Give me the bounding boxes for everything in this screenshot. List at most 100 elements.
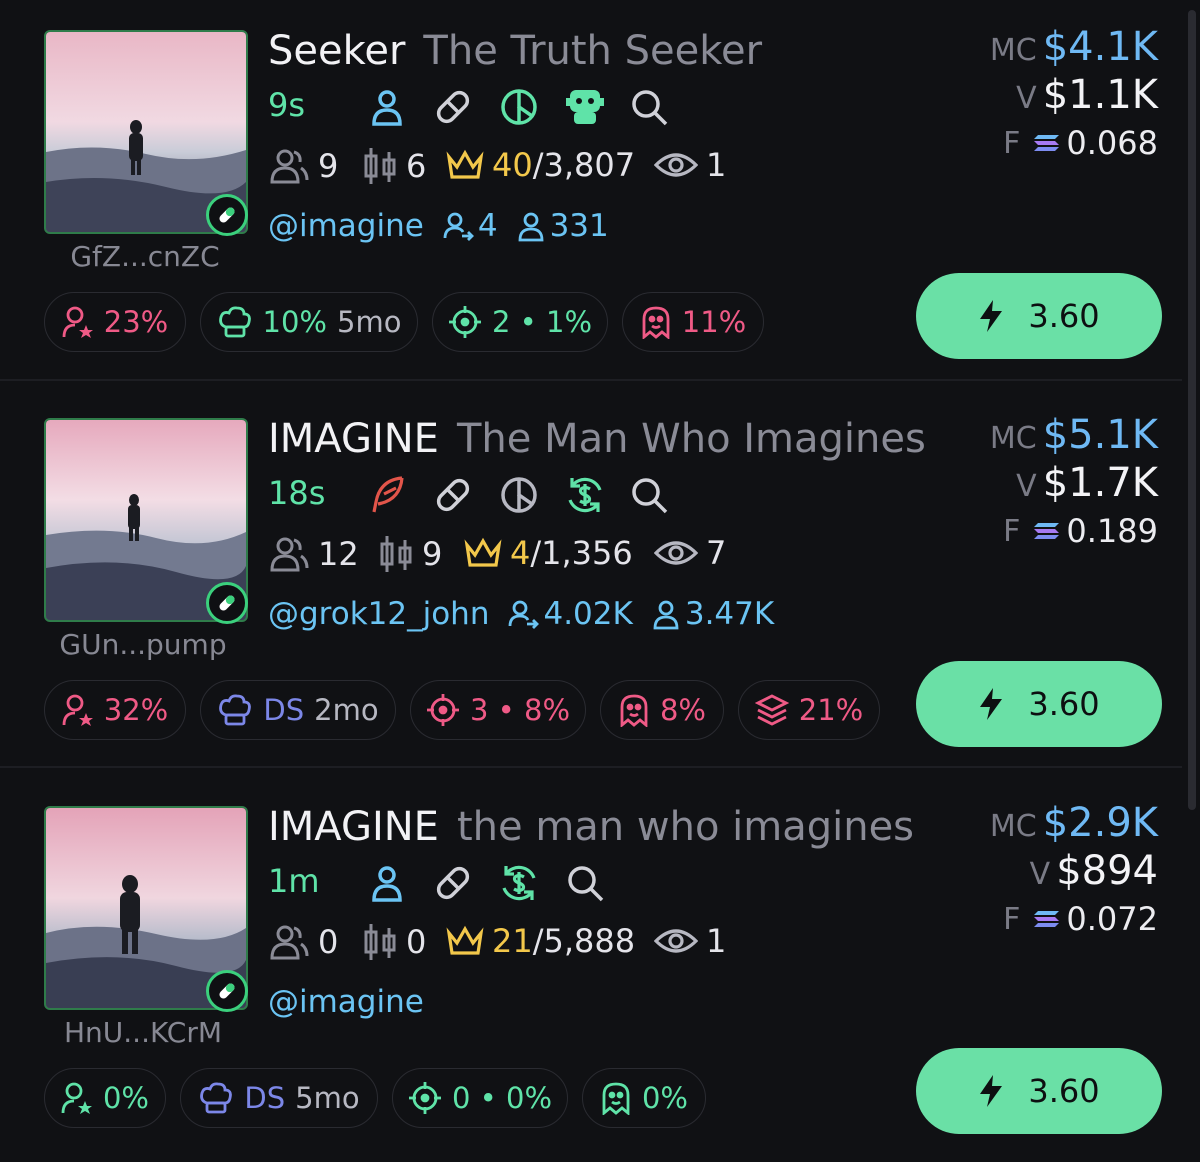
socials-row: @imagine [268, 984, 424, 1020]
holders-stat: 9 [268, 146, 338, 186]
dev-age: 2mo [314, 693, 379, 727]
twitter-handle[interactable]: @imagine [268, 984, 424, 1020]
snipers-chip[interactable]: 3 • 8% [410, 680, 586, 740]
dollar-cycle-icon[interactable] [564, 474, 606, 516]
rank-total: /3,807 [532, 146, 636, 184]
holders-stat: 0 [268, 922, 338, 962]
bundles-chip[interactable]: 21% [738, 680, 880, 740]
insiders-value: 0% [641, 1081, 688, 1115]
top10-chip[interactable]: 32% [44, 680, 186, 740]
rank-current: 21 [492, 922, 533, 960]
token-title: Seeker The Truth Seeker [268, 28, 762, 74]
top10-chip[interactable]: 0% [44, 1068, 166, 1128]
divider [0, 766, 1182, 768]
feather-icon[interactable] [366, 474, 408, 516]
members-stat: 331 [516, 208, 609, 244]
user-icon[interactable] [366, 86, 408, 128]
token-name: The Man Who Imagines [456, 416, 926, 462]
token-card[interactable]: GfZ...cnZC Seeker The Truth Seeker 9s 9 6 [0, 0, 1182, 386]
bundles-value: 21% [798, 693, 864, 727]
link-icon[interactable] [432, 86, 474, 128]
token-address[interactable]: GfZ...cnZC [20, 240, 270, 273]
insiders-chip[interactable]: 0% [582, 1068, 706, 1128]
quick-buy-button[interactable]: 3.60 [916, 1048, 1162, 1134]
divider [0, 379, 1182, 381]
user-icon[interactable] [366, 862, 408, 904]
followers-b: 3.47K [684, 596, 775, 632]
token-name: The Truth Seeker [423, 28, 763, 74]
bot-icon[interactable] [564, 86, 606, 128]
twitter-handle[interactable]: @imagine [268, 208, 424, 244]
link-icon[interactable] [432, 862, 474, 904]
market-cap: $5.1K [1042, 412, 1158, 458]
lightning-icon [980, 1075, 1003, 1107]
rank-total: /1,356 [530, 534, 633, 572]
solana-icon [1034, 135, 1060, 151]
scrollbar[interactable] [1188, 10, 1196, 810]
dollar-cycle-icon[interactable] [498, 862, 540, 904]
fee-value: 0.189 [1066, 512, 1158, 550]
volume: $894 [1056, 848, 1158, 894]
snipers-chip[interactable]: 2 • 1% [432, 292, 608, 352]
volume-label: V [1016, 81, 1037, 116]
watchers-stat: 1 [654, 922, 726, 960]
pro-traders-stat: 9 [378, 534, 442, 574]
fee-label: F [1003, 125, 1021, 161]
pie-chart-icon[interactable] [498, 86, 540, 128]
snipers-value: 2 • 1% [492, 305, 592, 339]
pump-pill-badge [206, 582, 248, 624]
pump-pill-badge [206, 194, 248, 236]
volume-label: V [1029, 857, 1051, 892]
pro-traders-count: 9 [422, 535, 443, 573]
pro-traders-stat: 6 [362, 146, 426, 186]
market-stats: MC $2.9K V $894 F 0.072 [990, 800, 1158, 942]
volume: $1.1K [1042, 72, 1158, 118]
token-age: 9s [268, 86, 306, 124]
dev-chip[interactable]: 10% 5mo [200, 292, 418, 352]
volume-label: V [1016, 469, 1037, 504]
top10-chip[interactable]: 23% [44, 292, 186, 352]
watchers-stat: 7 [654, 534, 726, 572]
insiders-chip[interactable]: 8% [600, 680, 724, 740]
pie-chart-icon[interactable] [498, 474, 540, 516]
token-address[interactable]: HnU...KCrM [18, 1016, 268, 1049]
rank-stat: 4/1,356 [464, 534, 633, 572]
dev-label: 10% [262, 305, 327, 339]
dev-chip[interactable]: DS 5mo [180, 1068, 378, 1128]
buy-amount: 3.60 [1028, 297, 1100, 335]
rank-total: /5,888 [532, 922, 636, 960]
holders-count: 9 [318, 147, 339, 185]
token-title: IMAGINE the man who imagines [268, 804, 914, 850]
token-card[interactable]: HnU...KCrM IMAGINE the man who imagines 1… [0, 776, 1182, 1162]
quick-buy-button[interactable]: 3.60 [916, 273, 1162, 359]
top10-value: 0% [102, 1081, 149, 1115]
search-icon[interactable] [628, 86, 670, 128]
dev-chip[interactable]: DS 2mo [200, 680, 396, 740]
token-card[interactable]: GUn...pump IMAGINE The Man Who Imagines 1… [0, 388, 1182, 774]
pro-traders-count: 6 [406, 147, 427, 185]
dev-label: DS [263, 693, 305, 727]
snipers-value: 3 • 8% [470, 693, 570, 727]
fee-value: 0.072 [1066, 900, 1158, 938]
fee-label: F [1003, 513, 1021, 549]
twitter-handle[interactable]: @grok12_john [268, 596, 489, 632]
search-icon[interactable] [628, 474, 670, 516]
buy-amount: 3.60 [1028, 685, 1100, 723]
volume: $1.7K [1042, 460, 1158, 506]
token-age: 18s [268, 474, 326, 512]
snipers-chip[interactable]: 0 • 0% [392, 1068, 568, 1128]
watchers-count: 1 [706, 922, 727, 960]
dev-age: 5mo [295, 1081, 360, 1115]
market-cap: $4.1K [1042, 24, 1158, 70]
solana-icon [1034, 911, 1060, 927]
quick-buy-button[interactable]: 3.60 [916, 661, 1162, 747]
search-icon[interactable] [564, 862, 606, 904]
link-icon[interactable] [432, 474, 474, 516]
token-address[interactable]: GUn...pump [18, 628, 268, 661]
followers-b: 331 [549, 208, 609, 244]
followers-a: 4.02K [543, 596, 633, 632]
mc-label: MC [989, 421, 1037, 456]
pump-pill-badge [206, 970, 248, 1012]
buy-amount: 3.60 [1028, 1072, 1100, 1110]
insiders-chip[interactable]: 11% [622, 292, 764, 352]
